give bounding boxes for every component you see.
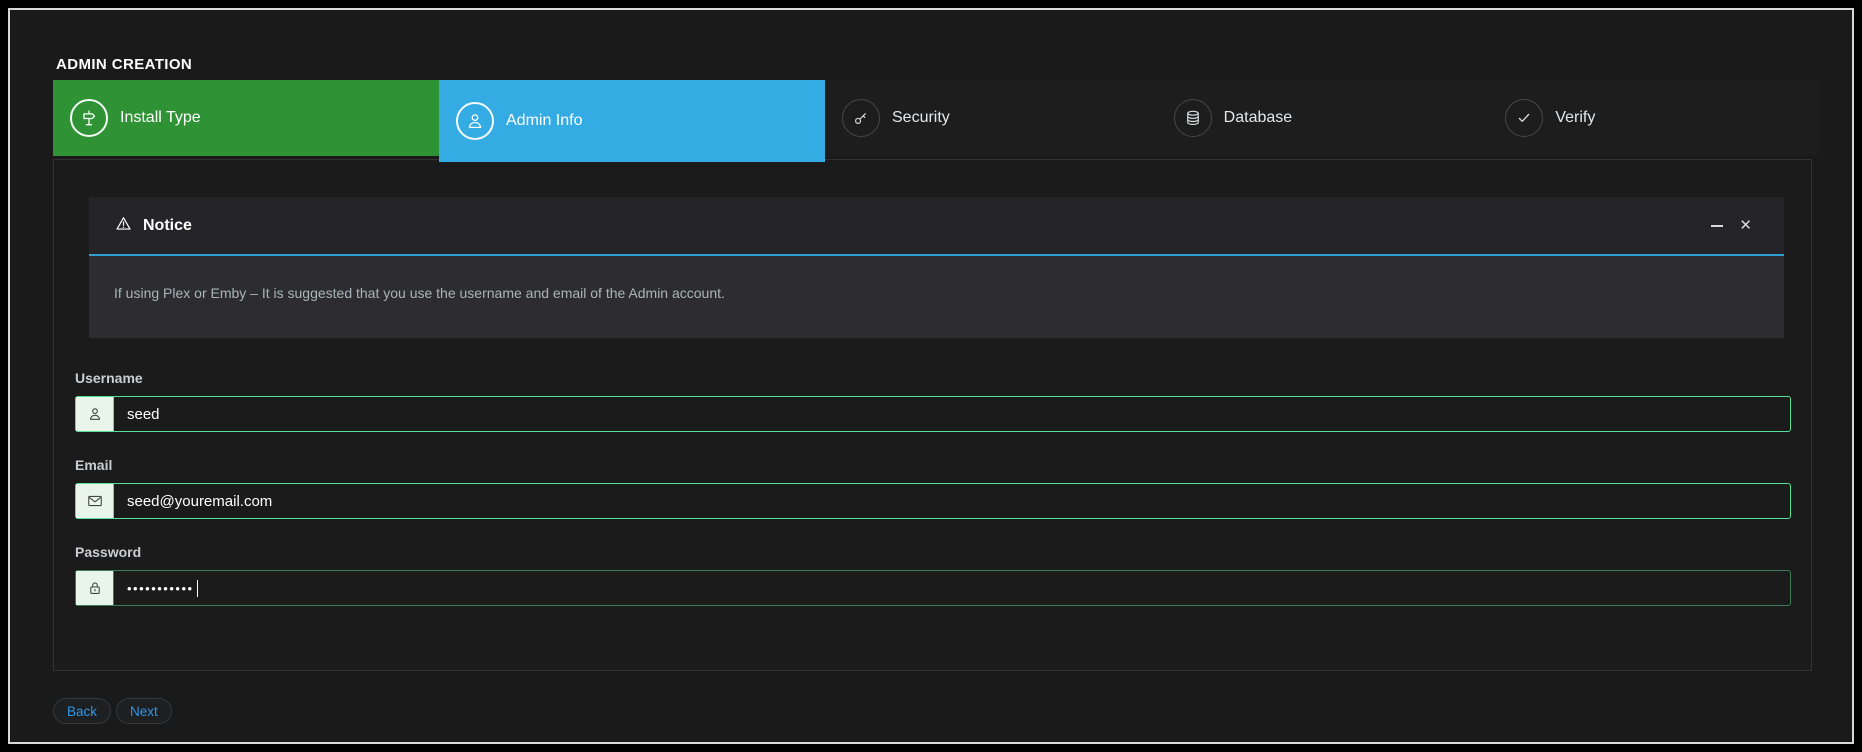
tab-install-type[interactable]: Install Type: [53, 80, 439, 156]
password-label: Password: [75, 544, 141, 560]
notice-message: If using Plex or Emby – It is suggested …: [114, 285, 1759, 301]
password-input[interactable]: •••••••••••: [114, 571, 1790, 605]
email-label: Email: [75, 457, 112, 473]
user-icon: [76, 397, 114, 431]
key-icon: [842, 99, 880, 137]
email-field-group: [75, 483, 1791, 519]
password-field-group: •••••••••••: [75, 570, 1791, 606]
wizard-footer-actions: Back Next: [53, 698, 172, 724]
envelope-icon: [76, 484, 114, 518]
username-input[interactable]: [114, 397, 1790, 431]
tab-label: Verify: [1555, 109, 1595, 127]
next-button[interactable]: Next: [116, 698, 172, 724]
notice-header: Notice ✕: [89, 197, 1784, 256]
person-icon: [456, 102, 494, 140]
signpost-icon: [70, 99, 108, 137]
tab-label: Database: [1224, 109, 1293, 127]
tab-admin-info[interactable]: Admin Info: [439, 80, 825, 162]
tab-label: Admin Info: [506, 112, 582, 130]
notice-box: Notice ✕ If using Plex or Emby – It is s…: [89, 197, 1784, 338]
admin-info-panel: Notice ✕ If using Plex or Emby – It is s…: [53, 159, 1812, 671]
tab-security[interactable]: Security: [825, 80, 1157, 156]
warning-icon: [114, 214, 133, 238]
tab-verify[interactable]: Verify: [1488, 80, 1820, 156]
tab-label: Security: [892, 109, 950, 127]
notice-body: If using Plex or Emby – It is suggested …: [89, 256, 1784, 338]
tab-label: Install Type: [120, 109, 201, 127]
username-label: Username: [75, 370, 143, 386]
email-input[interactable]: [114, 484, 1790, 518]
close-icon[interactable]: ✕: [1739, 218, 1752, 233]
lock-icon: [76, 571, 114, 605]
notice-title: Notice: [143, 217, 192, 235]
wizard-tab-bar: Install Type Admin Info Security: [53, 80, 1820, 162]
minimize-icon[interactable]: [1711, 225, 1723, 227]
username-field-group: [75, 396, 1791, 432]
back-button[interactable]: Back: [53, 698, 111, 724]
check-icon: [1505, 99, 1543, 137]
text-cursor: [197, 580, 198, 597]
password-masked-value: •••••••••••: [127, 582, 194, 595]
database-icon: [1174, 99, 1212, 137]
admin-creation-window: ADMIN CREATION Install Type Admin Info: [8, 8, 1854, 744]
notice-controls: ✕: [1711, 218, 1752, 233]
tab-database[interactable]: Database: [1157, 80, 1489, 156]
page-title: ADMIN CREATION: [56, 56, 192, 73]
